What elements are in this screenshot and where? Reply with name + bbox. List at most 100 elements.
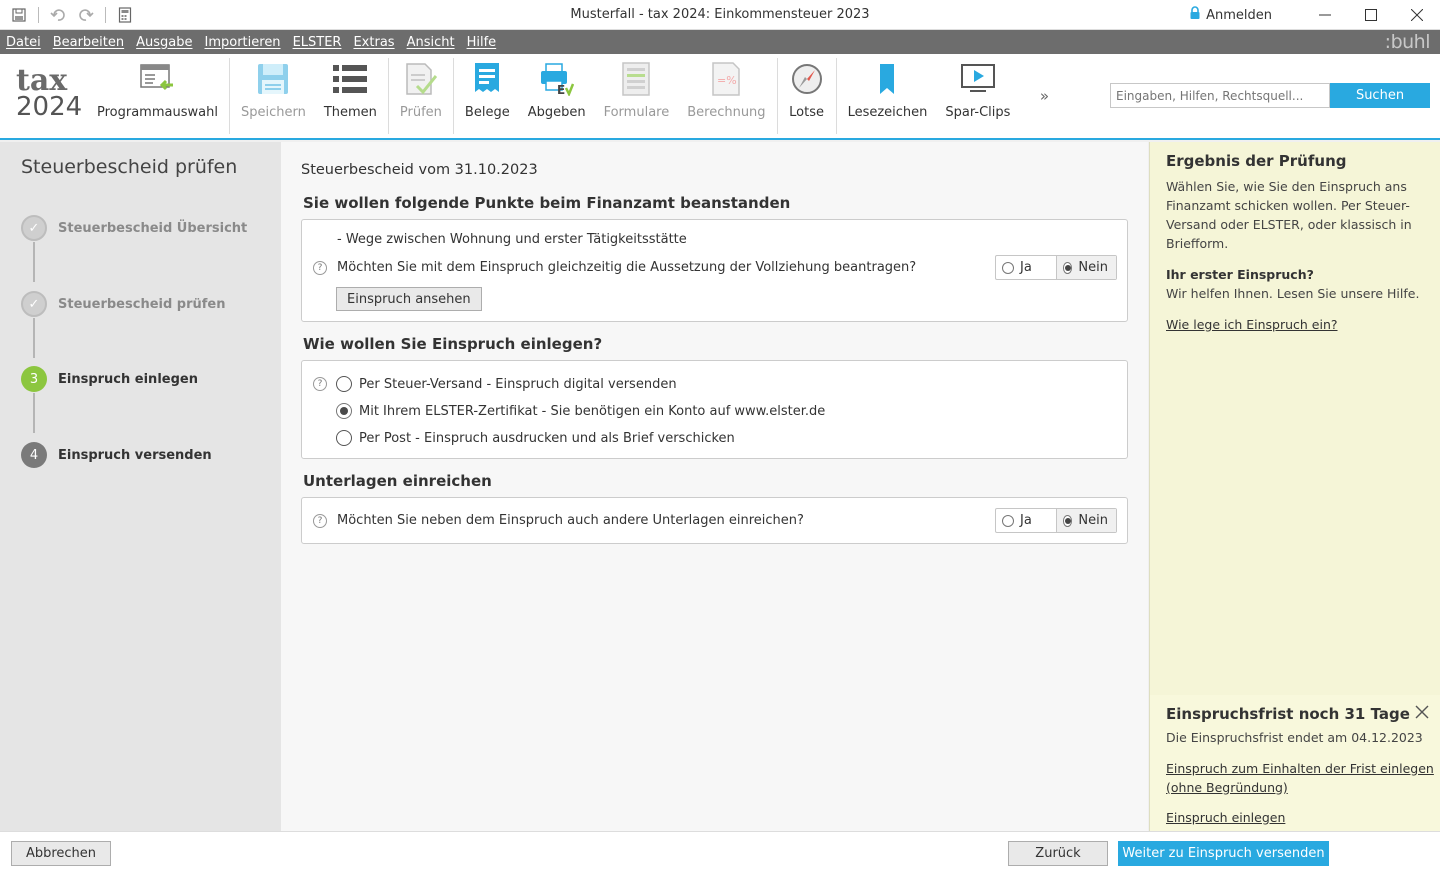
belege-button[interactable]: Belege: [456, 54, 519, 138]
formulare-button[interactable]: Formulare: [595, 54, 679, 138]
bookmark-icon: [869, 61, 905, 97]
radio-ja[interactable]: [1002, 261, 1014, 274]
help-icon[interactable]: ?: [313, 260, 327, 275]
option-label: Mit Ihrem ELSTER-Zertifikat - Sie benöti…: [359, 403, 826, 419]
speichern-label: Speichern: [240, 105, 306, 120]
unterlagen-ja-option[interactable]: Ja: [996, 509, 1056, 532]
menu-hilfe[interactable]: Hilfe: [467, 35, 497, 50]
radio-nein[interactable]: [1063, 261, 1073, 274]
help-link-einspruch[interactable]: Wie lege ich Einspruch ein?: [1166, 315, 1434, 334]
page-title: Steuerbescheid vom 31.10.2023: [301, 162, 538, 178]
calculator-icon[interactable]: [114, 4, 136, 26]
maximize-button[interactable]: [1348, 0, 1394, 30]
lesezeichen-button[interactable]: Lesezeichen: [839, 54, 937, 138]
radio-post[interactable]: [336, 430, 352, 446]
versandart-option-steuer-versand[interactable]: ? Per Steuer-Versand - Einspruch digital…: [313, 376, 677, 392]
berechnung-button[interactable]: =% Berechnung: [678, 54, 774, 138]
search-button[interactable]: Suchen: [1330, 83, 1430, 108]
versandart-option-elster[interactable]: Mit Ihrem ELSTER-Zertifikat - Sie benöti…: [336, 403, 825, 419]
cancel-button[interactable]: Abbrechen: [11, 841, 111, 866]
compass-icon: [789, 61, 825, 97]
list-icon: [332, 61, 368, 97]
program-select-icon: [139, 61, 175, 97]
unterlagen-box: ? Möchten Sie neben dem Einspruch auch a…: [301, 497, 1128, 544]
step-label: Steuerbescheid Übersicht: [58, 220, 248, 236]
step-check-icon: ✓: [21, 215, 47, 241]
step-label: Einspruch einlegen: [58, 371, 198, 387]
menu-importieren[interactable]: Importieren: [205, 35, 281, 50]
radio-steuer-versand[interactable]: [336, 376, 352, 392]
menu-bar: Datei Bearbeiten Ausgabe Importieren ELS…: [0, 30, 1440, 54]
aussetzung-question: Möchten Sie mit dem Einspruch gleichzeit…: [337, 260, 917, 275]
step-connector: [33, 242, 35, 282]
video-icon: [960, 61, 996, 97]
undo-icon[interactable]: [47, 4, 69, 26]
redo-icon[interactable]: [75, 4, 97, 26]
abgeben-button[interactable]: E Abgeben: [519, 54, 595, 138]
svg-text:=%: =%: [717, 74, 737, 87]
einspruch-einlegen-link[interactable]: Einspruch einlegen: [1166, 808, 1434, 827]
step-einspruch-versenden[interactable]: 4 Einspruch versenden: [21, 442, 212, 468]
aussetzung-question-row: ? Möchten Sie mit dem Einspruch gleichze…: [313, 260, 916, 275]
back-button[interactable]: Zurück: [1008, 841, 1108, 866]
receipt-icon: [469, 61, 505, 97]
close-window-button[interactable]: [1394, 0, 1440, 30]
separator: [105, 6, 106, 23]
deadline-title: Einspruchsfrist noch 31 Tage: [1166, 705, 1410, 723]
help-icon[interactable]: ?: [313, 377, 327, 391]
aussetzung-ja-option[interactable]: Ja: [996, 256, 1056, 279]
login-label: Anmelden: [1206, 7, 1272, 23]
step-einspruch-einlegen[interactable]: 3 Einspruch einlegen: [21, 366, 198, 392]
more-chevron-icon[interactable]: »: [1029, 54, 1059, 138]
separator: [38, 6, 39, 23]
frist-einlegen-link[interactable]: Einspruch zum Einhalten der Frist einleg…: [1166, 759, 1434, 797]
beanstandung-box: - Wege zwischen Wohnung und erster Tätig…: [301, 219, 1128, 322]
lotse-label: Lotse: [789, 105, 824, 120]
radio-ja[interactable]: [1002, 514, 1014, 527]
radio-nein[interactable]: [1063, 514, 1073, 527]
aussetzung-nein-option[interactable]: Nein: [1056, 256, 1116, 279]
section-title-einlegen: Wie wollen Sie Einspruch einlegen?: [303, 335, 603, 353]
lesezeichen-label: Lesezeichen: [847, 105, 928, 120]
minimize-button[interactable]: [1302, 0, 1348, 30]
steps-title: Steuerbescheid prüfen: [21, 156, 238, 178]
menu-elster[interactable]: ELSTER: [293, 35, 342, 50]
unterlagen-toggle: Ja Nein: [995, 508, 1117, 533]
titlebar-controls: Anmelden: [1189, 0, 1440, 30]
search-input[interactable]: [1110, 83, 1330, 108]
login-button[interactable]: Anmelden: [1189, 6, 1272, 24]
step-check-icon: ✓: [21, 291, 47, 317]
close-icon[interactable]: [1415, 705, 1429, 719]
step-steuerbescheid-pruefen[interactable]: ✓ Steuerbescheid prüfen: [21, 291, 226, 317]
versandart-option-post[interactable]: Per Post - Einspruch ausdrucken und als …: [336, 430, 735, 446]
pruefen-button[interactable]: Prüfen: [391, 54, 451, 138]
spar-clips-button[interactable]: Spar-Clips: [936, 54, 1019, 138]
help-icon[interactable]: ?: [313, 513, 327, 528]
unterlagen-nein-option[interactable]: Nein: [1056, 509, 1116, 532]
formulare-label: Formulare: [603, 105, 670, 120]
berechnung-label: Berechnung: [687, 105, 766, 120]
menu-ausgabe[interactable]: Ausgabe: [136, 35, 192, 50]
step-navigation: Steuerbescheid prüfen ✓ Steuerbescheid Ü…: [0, 142, 281, 831]
next-button[interactable]: Weiter zu Einspruch versenden: [1118, 841, 1329, 866]
section-title-unterlagen: Unterlagen einreichen: [303, 472, 492, 490]
step-steuerbescheid-uebersicht[interactable]: ✓ Steuerbescheid Übersicht: [21, 215, 247, 241]
menu-extras[interactable]: Extras: [353, 35, 394, 50]
lock-icon: [1189, 6, 1201, 24]
einspruch-ansehen-button[interactable]: Einspruch ansehen: [336, 287, 482, 311]
themen-button[interactable]: Themen: [315, 54, 386, 138]
speichern-button[interactable]: Speichern: [232, 54, 315, 138]
title-bar: Musterfall - tax 2024: Einkommensteuer 2…: [0, 0, 1440, 30]
first-einspruch-text: Wir helfen Ihnen. Lesen Sie unsere Hilfe…: [1166, 286, 1420, 301]
search-box: Suchen: [1110, 83, 1430, 108]
lotse-button[interactable]: Lotse: [780, 54, 834, 138]
step-label: Steuerbescheid prüfen: [58, 296, 226, 312]
ja-label: Ja: [1020, 260, 1032, 275]
nein-label: Nein: [1078, 260, 1108, 275]
save-quick-icon[interactable]: [8, 4, 30, 26]
programmauswahl-button[interactable]: Programmauswahl: [88, 54, 227, 138]
menu-datei[interactable]: Datei: [6, 35, 41, 50]
radio-elster[interactable]: [336, 403, 352, 419]
menu-ansicht[interactable]: Ansicht: [407, 35, 455, 50]
menu-bearbeiten[interactable]: Bearbeiten: [53, 35, 124, 50]
